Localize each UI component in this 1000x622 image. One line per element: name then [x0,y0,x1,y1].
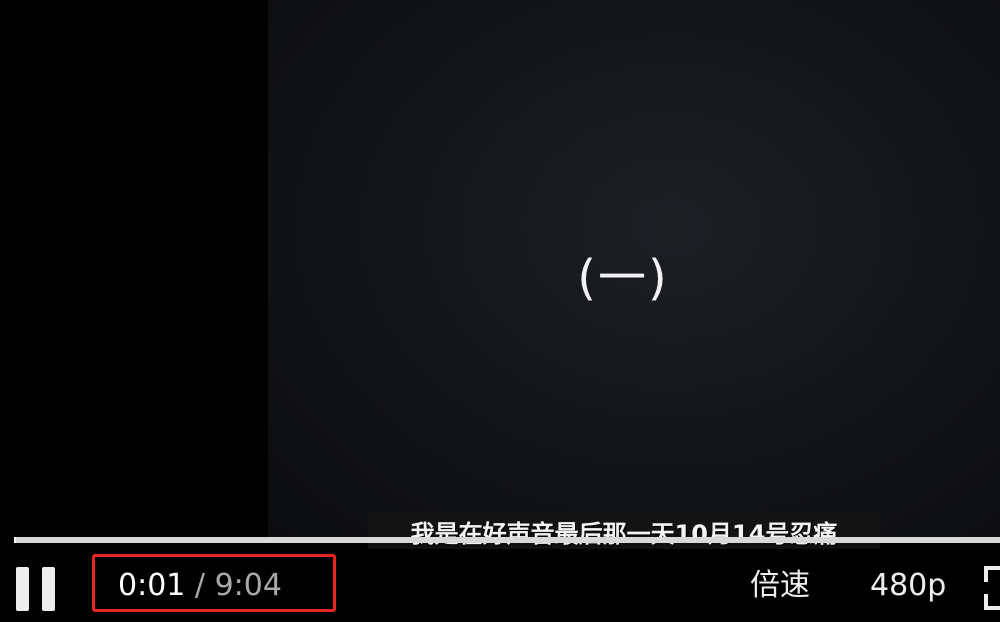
video-player[interactable]: (一) 我是在好声音最后那一天10月14号忍痛 0:01 / 9:04 倍速 4… [0,0,1000,622]
letterbox-left [0,0,268,622]
time-display: 0:01 / 9:04 [118,568,282,604]
pause-icon-bar [42,567,55,611]
total-time: 9:04 [214,568,282,603]
playback-speed-button[interactable]: 倍速 [750,568,810,604]
progress-fill [14,537,16,543]
progress-bar[interactable] [14,537,1000,543]
fullscreen-icon[interactable] [978,566,1000,610]
quality-button[interactable]: 480p [870,568,946,604]
fullscreen-corner-bottom [984,594,1000,610]
chapter-title: (一) [577,250,669,306]
fullscreen-corner-top [984,566,1000,582]
time-separator: / [185,568,215,603]
current-time: 0:01 [118,568,186,603]
pause-icon [16,567,29,611]
pause-button[interactable] [14,567,58,611]
